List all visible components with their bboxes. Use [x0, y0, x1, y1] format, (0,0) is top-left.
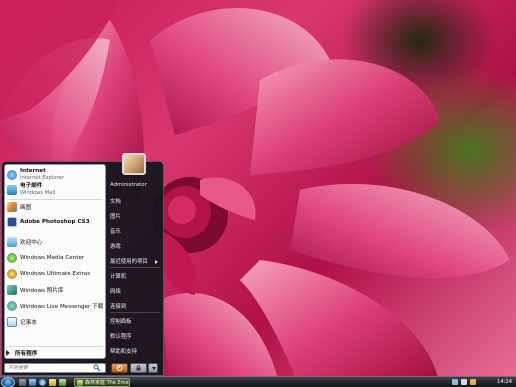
chevron-down-icon	[152, 367, 156, 370]
power-options-button[interactable]	[148, 363, 158, 373]
security-icon[interactable]	[470, 379, 476, 385]
place-item-documents[interactable]: 文档	[110, 197, 162, 205]
separator	[110, 312, 160, 313]
taskbar-window-label: 森林家庭 The Emer...	[85, 380, 129, 386]
recent-item-welcome-center[interactable]: 欢迎中心	[7, 237, 105, 247]
separator	[110, 267, 160, 268]
pinned-item-subtitle: Internet Explorer	[20, 175, 64, 181]
submenu-arrow-icon	[155, 260, 158, 264]
volume-icon[interactable]	[461, 379, 467, 385]
media-center-icon	[7, 253, 17, 263]
separator	[9, 199, 103, 200]
recent-item-label: 画图	[20, 205, 32, 211]
place-item-pictures[interactable]: 图片	[110, 212, 162, 220]
messenger-icon	[7, 301, 17, 311]
recent-item-media-center[interactable]: Windows Media Center	[7, 253, 105, 263]
folder-icon[interactable]	[49, 379, 56, 386]
clock[interactable]: 14:24	[497, 379, 512, 385]
place-item-games[interactable]: 游戏	[110, 242, 162, 250]
recent-item-label: Windows Media Center	[20, 255, 85, 261]
power-icon	[116, 365, 123, 371]
pinned-item-title: Internet	[20, 168, 46, 174]
place-item-music[interactable]: 音乐	[110, 227, 162, 235]
separator	[9, 346, 103, 347]
paint-icon	[7, 202, 17, 212]
place-item-default-programs[interactable]: 默认程序	[110, 332, 162, 340]
place-item-control-panel[interactable]: 控制面板	[110, 317, 162, 325]
search-icon[interactable]	[93, 364, 101, 372]
internet-explorer-icon	[7, 169, 17, 180]
windows-mail-icon	[7, 184, 17, 195]
notepad-icon	[7, 317, 17, 327]
recent-item-label: Windows Live Messenger 下载	[20, 304, 104, 310]
recent-item-label: Windows 照片库	[20, 288, 64, 294]
media-player-icon[interactable]	[59, 379, 66, 386]
recent-item-label: Adobe Photoshop CS3	[20, 219, 90, 225]
pinned-item-subtitle: Windows Mail	[20, 190, 56, 196]
user-picture-avatar[interactable]	[122, 153, 146, 175]
recent-item-label: Windows Ultimate Extras	[20, 271, 91, 277]
recent-item-notepad[interactable]: 记事本	[7, 317, 105, 327]
lock-icon	[136, 365, 141, 371]
recent-item-label: 记事本	[20, 320, 37, 326]
internet-explorer-icon[interactable]	[39, 379, 46, 386]
start-search-input[interactable]	[5, 364, 93, 372]
taskbar-window-button[interactable]: 森林家庭 The Emer...	[74, 378, 130, 387]
lock-button[interactable]	[130, 363, 147, 373]
place-item-help-support[interactable]: 帮助和支持	[110, 347, 162, 355]
taskbar: 森林家庭 The Emer... 14:24	[0, 376, 516, 387]
photoshop-icon	[7, 217, 17, 227]
place-item-computer[interactable]: 计算机	[110, 272, 162, 280]
start-search-box[interactable]	[4, 363, 106, 373]
ultimate-extras-icon	[7, 269, 17, 279]
start-menu-programs-pane: Internet Internet Explorer 电子邮件 Windows …	[4, 164, 106, 359]
pinned-item-title: 电子邮件	[20, 183, 43, 189]
recent-item-ultimate-extras[interactable]: Windows Ultimate Extras	[7, 269, 105, 279]
place-item-network[interactable]: 网络	[110, 287, 162, 295]
switch-windows-icon[interactable]	[29, 379, 36, 386]
recent-item-label: 欢迎中心	[20, 240, 43, 246]
window-app-icon	[77, 379, 83, 386]
recent-item-paint[interactable]: 画图	[7, 202, 105, 212]
chevron-right-icon	[6, 350, 10, 356]
pinned-item-internet[interactable]: Internet Internet Explorer	[7, 168, 105, 181]
system-tray: 14:24	[448, 378, 515, 387]
place-item-connect-to[interactable]: 连接到	[110, 302, 162, 310]
recent-item-photo-gallery[interactable]: Windows 照片库	[7, 285, 105, 295]
photo-gallery-icon	[7, 285, 17, 295]
start-button[interactable]	[1, 377, 15, 387]
all-programs-button[interactable]: 所有程序	[6, 349, 37, 357]
recent-item-messenger[interactable]: Windows Live Messenger 下载	[7, 301, 105, 311]
power-button[interactable]	[111, 363, 128, 373]
network-icon[interactable]	[452, 379, 458, 385]
all-programs-label: 所有程序	[15, 351, 38, 357]
recent-item-photoshop[interactable]: Adobe Photoshop CS3	[7, 217, 105, 227]
show-desktop-icon[interactable]	[19, 379, 26, 386]
welcome-center-icon	[7, 237, 17, 247]
pinned-item-email[interactable]: 电子邮件 Windows Mail	[7, 183, 105, 196]
place-item-administrator[interactable]: Administrator	[110, 182, 162, 188]
